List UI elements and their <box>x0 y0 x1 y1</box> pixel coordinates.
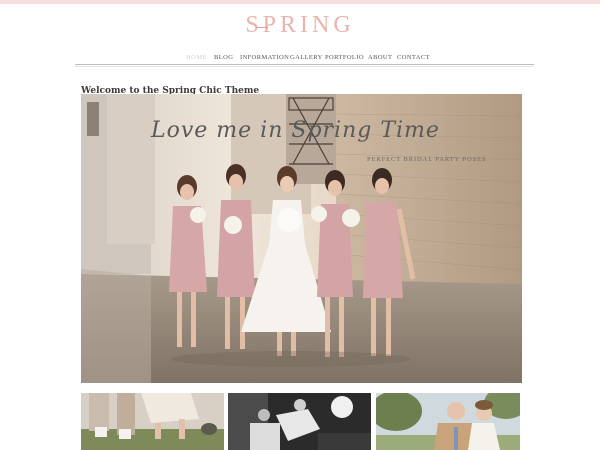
logo-dash-decoration <box>256 27 268 28</box>
nav-divider-secondary <box>75 66 534 67</box>
thumbnail-2[interactable] <box>228 393 371 450</box>
thumbnail-2-photo <box>228 393 371 450</box>
nav-item-information[interactable]: INFORMATION <box>240 54 289 61</box>
top-accent-bar <box>0 0 600 4</box>
thumbnail-3[interactable] <box>376 393 520 450</box>
nav-item-portfolio[interactable]: PORTFOLIO <box>325 54 364 61</box>
hero-subtitle: PERFECT BRIDAL PARTY POSES <box>367 156 487 163</box>
thumbnail-1[interactable] <box>81 393 224 450</box>
nav-item-home[interactable]: HOME <box>186 54 207 61</box>
site-logo[interactable]: SPRING <box>0 12 600 39</box>
nav-item-gallery[interactable]: GALLERY <box>290 54 323 61</box>
nav-item-blog[interactable]: BLOG <box>214 54 233 61</box>
thumbnail-1-photo <box>81 393 224 450</box>
nav-divider <box>75 64 534 65</box>
nav-item-contact[interactable]: CONTACT <box>397 54 430 61</box>
hero-script-title: Love me in Spring Time <box>151 118 440 143</box>
nav-item-about[interactable]: ABOUT <box>368 54 392 61</box>
hero-slide[interactable]: Love me in Spring Time PERFECT BRIDAL PA… <box>81 94 522 383</box>
thumbnail-3-photo <box>376 393 520 450</box>
